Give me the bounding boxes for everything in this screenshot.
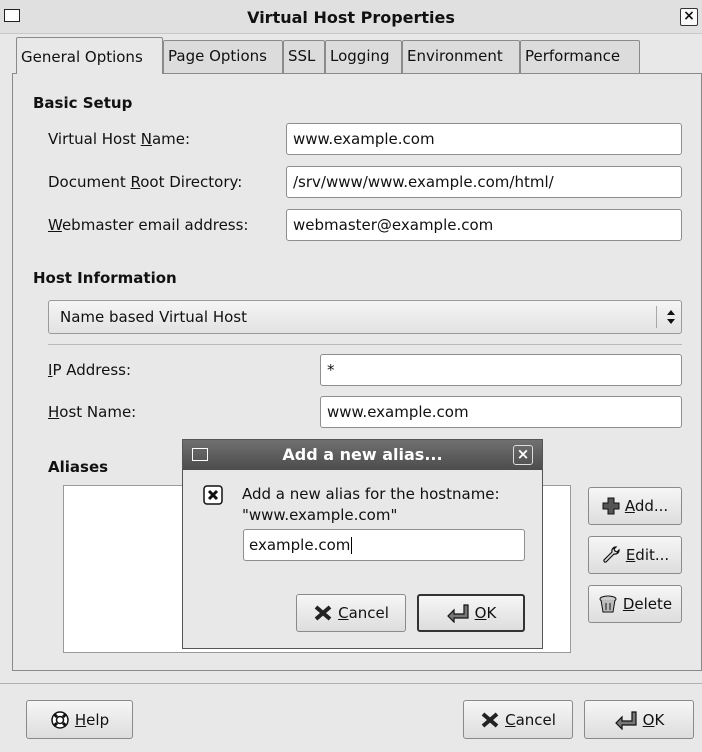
host-information-heading: Host Information: [33, 269, 177, 287]
host-name-field[interactable]: www.example.com: [320, 396, 682, 428]
window-title: Virtual Host Properties: [247, 8, 455, 27]
x-mark-icon: [481, 711, 499, 728]
dialog-ok-button[interactable]: OK: [417, 594, 525, 632]
trash-icon: [599, 595, 617, 613]
add-alias-label: Add...: [624, 497, 669, 515]
docroot-label: Document Root Directory:: [48, 173, 243, 191]
text-caret: [351, 537, 353, 554]
dialog-cancel-label: Cancel: [338, 604, 389, 622]
wrench-icon: [603, 546, 620, 563]
lifebuoy-icon: [51, 710, 69, 729]
help-button[interactable]: Help: [26, 700, 133, 739]
dialog-ok-label: OK: [474, 604, 497, 622]
vhost-name-label: Virtual Host Name:: [48, 130, 191, 148]
add-alias-button[interactable]: Add...: [588, 487, 682, 525]
window-titlebar[interactable]: Virtual Host Properties ×: [0, 0, 702, 34]
delete-alias-button[interactable]: Delete: [588, 585, 682, 623]
enter-arrow-icon: [614, 710, 637, 730]
basic-setup-heading: Basic Setup: [33, 94, 133, 112]
docroot-field[interactable]: /srv/www/www.example.com/html/: [286, 166, 682, 198]
dialog-cancel-button[interactable]: Cancel: [296, 594, 406, 632]
ip-address-field[interactable]: *: [320, 354, 682, 386]
aliases-heading: Aliases: [48, 458, 109, 476]
x-mark-icon: [314, 605, 332, 621]
tab-environment[interactable]: Environment: [402, 40, 520, 73]
host-type-select[interactable]: Name based Virtual Host: [48, 300, 682, 334]
dialog-close-button[interactable]: ×: [513, 445, 533, 465]
dialog-title: Add a new alias...: [282, 445, 443, 464]
alias-input[interactable]: example.com: [243, 529, 525, 561]
delete-alias-label: Delete: [622, 595, 673, 613]
webmaster-label: Webmaster email address:: [48, 216, 249, 234]
up-down-arrows-icon: [667, 310, 675, 324]
alias-input-value: example.com: [249, 536, 351, 554]
footer-separator: [0, 683, 702, 684]
window-close-button[interactable]: ×: [680, 8, 698, 26]
cancel-label: Cancel: [505, 710, 556, 729]
tab-logging[interactable]: Logging: [325, 40, 402, 73]
tab-ssl[interactable]: SSL: [283, 40, 325, 73]
ip-address-label: IP Address:: [48, 361, 132, 379]
combo-separator: [656, 306, 657, 328]
separator: [48, 344, 682, 345]
tab-performance[interactable]: Performance: [520, 40, 640, 73]
ok-label: OK: [642, 710, 665, 729]
ok-button[interactable]: OK: [584, 700, 694, 739]
tab-page-options[interactable]: Page Options: [163, 40, 283, 73]
dialog-message: Add a new alias for the hostname: "www.e…: [242, 484, 542, 526]
webmaster-email-field[interactable]: webmaster@example.com: [286, 209, 682, 241]
tab-general-options[interactable]: General Options: [16, 37, 163, 74]
edit-alias-label: Edit...: [625, 546, 670, 564]
add-alias-dialog[interactable]: Add a new alias... × Add a new alias for…: [182, 439, 543, 649]
dialog-message-line2: "www.example.com": [242, 506, 398, 524]
help-label: Help: [74, 710, 110, 729]
cancel-button[interactable]: Cancel: [463, 700, 573, 739]
host-name-label: Host Name:: [48, 403, 137, 421]
dialog-message-line1: Add a new alias for the hostname:: [242, 485, 500, 503]
enter-arrow-icon: [446, 604, 469, 623]
vhost-name-field[interactable]: www.example.com: [286, 123, 682, 155]
question-icon: [203, 485, 223, 505]
dialog-titlebar[interactable]: Add a new alias... ×: [183, 440, 542, 470]
edit-alias-button[interactable]: Edit...: [588, 536, 682, 574]
plus-icon: [602, 497, 620, 515]
